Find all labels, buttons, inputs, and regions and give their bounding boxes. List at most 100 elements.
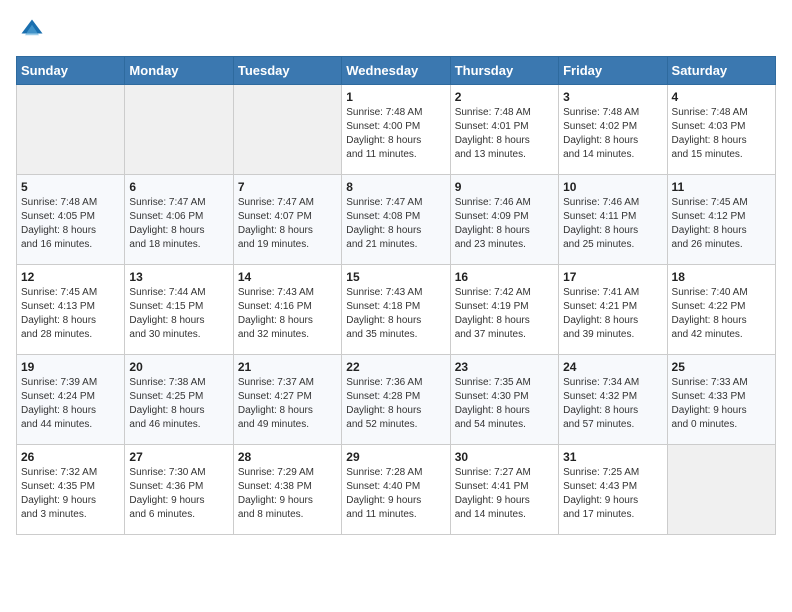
calendar-cell: [17, 85, 125, 175]
day-number: 2: [455, 90, 554, 104]
day-info: Sunrise: 7:38 AM Sunset: 4:25 PM Dayligh…: [129, 376, 228, 432]
calendar-cell: 12 Sunrise: 7:45 AM Sunset: 4:13 PM Dayli…: [17, 265, 125, 355]
day-info: Sunrise: 7:35 AM Sunset: 4:30 PM Dayligh…: [455, 376, 554, 432]
weekday-header-friday: Friday: [559, 57, 667, 85]
day-number: 22: [346, 360, 445, 374]
day-info: Sunrise: 7:45 AM Sunset: 4:13 PM Dayligh…: [21, 286, 120, 342]
day-number: 13: [129, 270, 228, 284]
day-number: 18: [672, 270, 771, 284]
day-info: Sunrise: 7:48 AM Sunset: 4:01 PM Dayligh…: [455, 106, 554, 162]
calendar-cell: 9 Sunrise: 7:46 AM Sunset: 4:09 PM Daylig…: [450, 175, 558, 265]
day-info: Sunrise: 7:33 AM Sunset: 4:33 PM Dayligh…: [672, 376, 771, 432]
day-info: Sunrise: 7:47 AM Sunset: 4:07 PM Dayligh…: [238, 196, 337, 252]
calendar-cell: 21Sunrise: 7:37 AM Sunset: 4:27 PM Dayli…: [233, 355, 341, 445]
logo: [16, 16, 50, 44]
day-number: 30: [455, 450, 554, 464]
day-number: 23: [455, 360, 554, 374]
day-info: Sunrise: 7:48 AM Sunset: 4:02 PM Dayligh…: [563, 106, 662, 162]
day-info: Sunrise: 7:43 AM Sunset: 4:18 PM Dayligh…: [346, 286, 445, 342]
day-number: 3: [563, 90, 662, 104]
day-info: Sunrise: 7:27 AM Sunset: 4:41 PM Dayligh…: [455, 466, 554, 522]
calendar-cell: 6 Sunrise: 7:47 AM Sunset: 4:06 PM Daylig…: [125, 175, 233, 265]
day-number: 20: [129, 360, 228, 374]
day-number: 7: [238, 180, 337, 194]
calendar-cell: 23 Sunrise: 7:35 AM Sunset: 4:30 PM Dayli…: [450, 355, 558, 445]
calendar-cell: [125, 85, 233, 175]
day-info: Sunrise: 7:34 AM Sunset: 4:32 PM Dayligh…: [563, 376, 662, 432]
day-number: 27: [129, 450, 228, 464]
calendar-cell: 11Sunrise: 7:45 AM Sunset: 4:12 PM Dayli…: [667, 175, 775, 265]
day-info: Sunrise: 7:48 AM Sunset: 4:05 PM Dayligh…: [21, 196, 120, 252]
day-info: Sunrise: 7:41 AM Sunset: 4:21 PM Dayligh…: [563, 286, 662, 342]
day-info: Sunrise: 7:36 AM Sunset: 4:28 PM Dayligh…: [346, 376, 445, 432]
calendar-cell: 22 Sunrise: 7:36 AM Sunset: 4:28 PM Dayli…: [342, 355, 450, 445]
weekday-header-saturday: Saturday: [667, 57, 775, 85]
calendar-cell: 27 Sunrise: 7:30 AM Sunset: 4:36 PM Dayli…: [125, 445, 233, 535]
calendar-cell: 8 Sunrise: 7:47 AM Sunset: 4:08 PM Daylig…: [342, 175, 450, 265]
calendar-cell: 5 Sunrise: 7:48 AM Sunset: 4:05 PM Daylig…: [17, 175, 125, 265]
calendar-cell: 28 Sunrise: 7:29 AM Sunset: 4:38 PM Dayli…: [233, 445, 341, 535]
weekday-header-row: SundayMondayTuesdayWednesdayThursdayFrid…: [17, 57, 776, 85]
day-number: 5: [21, 180, 120, 194]
day-number: 6: [129, 180, 228, 194]
day-number: 31: [563, 450, 662, 464]
calendar-cell: 14Sunrise: 7:43 AM Sunset: 4:16 PM Dayli…: [233, 265, 341, 355]
logo-icon: [18, 16, 46, 44]
calendar-cell: 26 Sunrise: 7:32 AM Sunset: 4:35 PM Dayli…: [17, 445, 125, 535]
calendar-week-row: 1Sunrise: 7:48 AM Sunset: 4:00 PM Daylig…: [17, 85, 776, 175]
day-number: 16: [455, 270, 554, 284]
day-info: Sunrise: 7:47 AM Sunset: 4:08 PM Dayligh…: [346, 196, 445, 252]
weekday-header-tuesday: Tuesday: [233, 57, 341, 85]
calendar-cell: 16 Sunrise: 7:42 AM Sunset: 4:19 PM Dayli…: [450, 265, 558, 355]
day-info: Sunrise: 7:46 AM Sunset: 4:09 PM Dayligh…: [455, 196, 554, 252]
calendar-cell: 3 Sunrise: 7:48 AM Sunset: 4:02 PM Daylig…: [559, 85, 667, 175]
day-info: Sunrise: 7:29 AM Sunset: 4:38 PM Dayligh…: [238, 466, 337, 522]
calendar-cell: [233, 85, 341, 175]
day-number: 15: [346, 270, 445, 284]
calendar-week-row: 12 Sunrise: 7:45 AM Sunset: 4:13 PM Dayli…: [17, 265, 776, 355]
day-info: Sunrise: 7:40 AM Sunset: 4:22 PM Dayligh…: [672, 286, 771, 342]
day-number: 19: [21, 360, 120, 374]
calendar-cell: 10Sunrise: 7:46 AM Sunset: 4:11 PM Dayli…: [559, 175, 667, 265]
calendar-cell: 13 Sunrise: 7:44 AM Sunset: 4:15 PM Dayli…: [125, 265, 233, 355]
day-number: 26: [21, 450, 120, 464]
day-number: 9: [455, 180, 554, 194]
day-number: 17: [563, 270, 662, 284]
day-info: Sunrise: 7:28 AM Sunset: 4:40 PM Dayligh…: [346, 466, 445, 522]
day-info: Sunrise: 7:44 AM Sunset: 4:15 PM Dayligh…: [129, 286, 228, 342]
day-info: Sunrise: 7:25 AM Sunset: 4:43 PM Dayligh…: [563, 466, 662, 522]
day-number: 14: [238, 270, 337, 284]
calendar-cell: 25 Sunrise: 7:33 AM Sunset: 4:33 PM Dayli…: [667, 355, 775, 445]
calendar-cell: 1Sunrise: 7:48 AM Sunset: 4:00 PM Daylig…: [342, 85, 450, 175]
weekday-header-sunday: Sunday: [17, 57, 125, 85]
day-info: Sunrise: 7:39 AM Sunset: 4:24 PM Dayligh…: [21, 376, 120, 432]
weekday-header-wednesday: Wednesday: [342, 57, 450, 85]
day-info: Sunrise: 7:48 AM Sunset: 4:03 PM Dayligh…: [672, 106, 771, 162]
day-info: Sunrise: 7:47 AM Sunset: 4:06 PM Dayligh…: [129, 196, 228, 252]
day-info: Sunrise: 7:42 AM Sunset: 4:19 PM Dayligh…: [455, 286, 554, 342]
day-number: 28: [238, 450, 337, 464]
calendar-cell: 2 Sunrise: 7:48 AM Sunset: 4:01 PM Daylig…: [450, 85, 558, 175]
day-number: 10: [563, 180, 662, 194]
calendar-cell: 31 Sunrise: 7:25 AM Sunset: 4:43 PM Dayli…: [559, 445, 667, 535]
calendar-cell: 30 Sunrise: 7:27 AM Sunset: 4:41 PM Dayli…: [450, 445, 558, 535]
calendar-cell: 15 Sunrise: 7:43 AM Sunset: 4:18 PM Dayli…: [342, 265, 450, 355]
calendar-cell: [667, 445, 775, 535]
day-number: 12: [21, 270, 120, 284]
calendar-cell: 20 Sunrise: 7:38 AM Sunset: 4:25 PM Dayli…: [125, 355, 233, 445]
calendar-cell: 17 Sunrise: 7:41 AM Sunset: 4:21 PM Dayli…: [559, 265, 667, 355]
day-number: 4: [672, 90, 771, 104]
day-number: 24: [563, 360, 662, 374]
weekday-header-monday: Monday: [125, 57, 233, 85]
day-number: 25: [672, 360, 771, 374]
calendar-week-row: 5 Sunrise: 7:48 AM Sunset: 4:05 PM Daylig…: [17, 175, 776, 265]
calendar-cell: 24 Sunrise: 7:34 AM Sunset: 4:32 PM Dayli…: [559, 355, 667, 445]
day-info: Sunrise: 7:48 AM Sunset: 4:00 PM Dayligh…: [346, 106, 445, 162]
day-info: Sunrise: 7:30 AM Sunset: 4:36 PM Dayligh…: [129, 466, 228, 522]
day-info: Sunrise: 7:32 AM Sunset: 4:35 PM Dayligh…: [21, 466, 120, 522]
calendar-cell: 18 Sunrise: 7:40 AM Sunset: 4:22 PM Dayli…: [667, 265, 775, 355]
day-info: Sunrise: 7:45 AM Sunset: 4:12 PM Dayligh…: [672, 196, 771, 252]
calendar-cell: 4 Sunrise: 7:48 AM Sunset: 4:03 PM Daylig…: [667, 85, 775, 175]
day-number: 8: [346, 180, 445, 194]
page-header: [16, 16, 776, 44]
